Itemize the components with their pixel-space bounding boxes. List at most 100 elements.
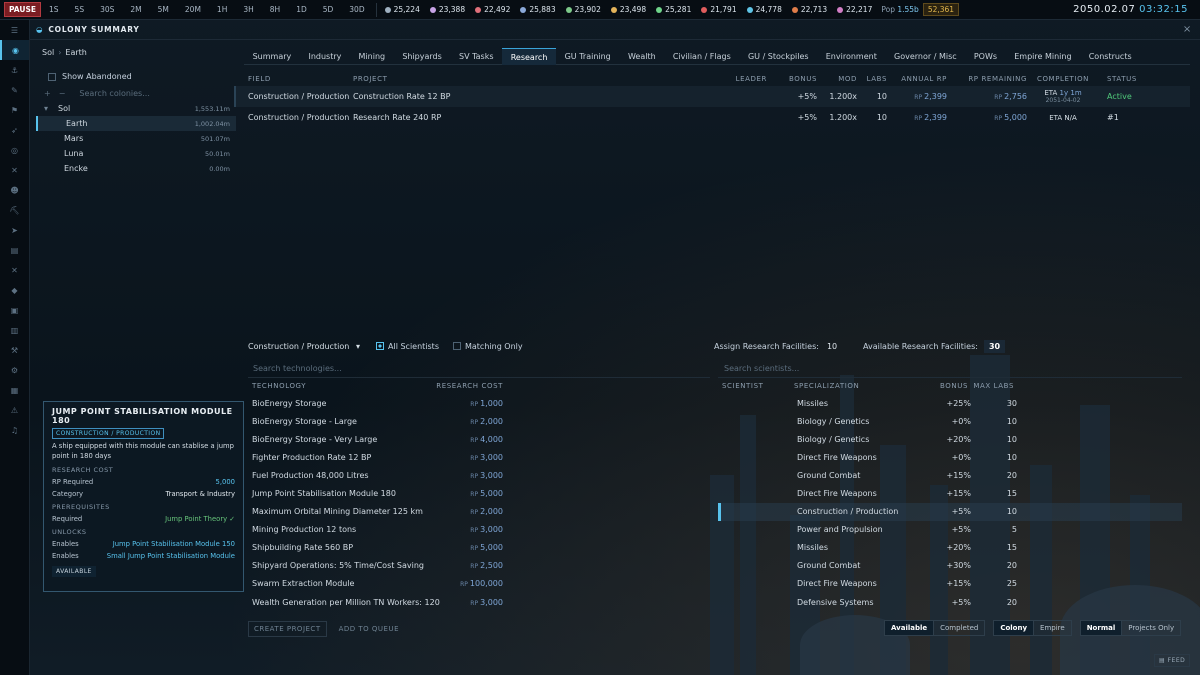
scientist-row[interactable]: Ground Combat +30% 20 — [718, 557, 1182, 575]
scientist-row[interactable]: Defensive Systems +5% 20 — [718, 593, 1182, 611]
tab-constructs[interactable]: Constructs — [1080, 48, 1140, 65]
technology-row[interactable]: BioEnergy Storage RP 1,000 — [248, 394, 710, 412]
music-icon[interactable]: ♫ — [0, 420, 29, 440]
tab-empire-mining[interactable]: Empire Mining — [1006, 48, 1080, 65]
checkbox-box[interactable] — [48, 72, 56, 81]
scientist-search-input[interactable]: Search scientists... — [718, 364, 1182, 378]
colony-search-input[interactable]: Search colonies... — [79, 89, 149, 98]
colony-icon[interactable]: ◉ — [0, 40, 29, 60]
technology-row[interactable]: Maximum Orbital Mining Diameter 125 km RP… — [248, 503, 710, 521]
scientist-row[interactable]: Missiles +25% 30 — [718, 394, 1182, 412]
speed-button[interactable]: 20M — [177, 5, 209, 14]
enables-link[interactable]: Small Jump Point Stabilisation Module — [107, 552, 235, 560]
menu-icon[interactable]: ☰ — [0, 20, 29, 40]
speed-button[interactable]: 1H — [209, 5, 235, 14]
toggle-normal[interactable]: Normal — [1080, 621, 1123, 635]
tab-sv-tasks[interactable]: SV Tasks — [450, 48, 502, 65]
colony-search[interactable]: + − Search colonies... — [36, 89, 236, 98]
create-project-button[interactable]: CREATE PROJECT — [248, 621, 327, 637]
technology-row[interactable]: Wealth Generation per Million TN Workers… — [248, 593, 710, 611]
matching-only-radio[interactable]: Matching Only — [452, 342, 523, 351]
hammer-icon[interactable]: ⚒ — [0, 340, 29, 360]
radio-off[interactable] — [452, 342, 461, 350]
scientist-row[interactable]: Direct Fire Weapons +15% 25 — [718, 575, 1182, 593]
toggle-completed[interactable]: Completed — [934, 621, 984, 635]
scientist-row[interactable]: Missiles +20% 15 — [718, 539, 1182, 557]
colony-row[interactable]: Earth 1,002.04m — [36, 116, 236, 131]
toggle-available[interactable]: Available — [885, 621, 935, 635]
tab-pows[interactable]: POWs — [965, 48, 1005, 65]
tab-gu-stockpiles[interactable]: GU / Stockpiles — [739, 48, 817, 65]
cross-icon[interactable]: ✕ — [0, 160, 29, 180]
technology-row[interactable]: BioEnergy Storage - Very Large RP 4,000 — [248, 430, 710, 448]
tree-system-row[interactable]: ▾ Sol 1,553.11m — [36, 101, 236, 116]
colony-row[interactable]: Encke 0.00m — [36, 161, 236, 176]
person-icon[interactable]: ☻ — [0, 180, 29, 200]
scientist-row[interactable]: Direct Fire Weapons +0% 10 — [718, 448, 1182, 466]
tag-icon[interactable]: ◆ — [0, 280, 29, 300]
speed-button[interactable]: 30S — [92, 5, 122, 14]
tab-research[interactable]: Research — [502, 48, 556, 65]
add-to-queue-button[interactable]: ADD TO QUEUE — [333, 621, 405, 637]
enables-link[interactable]: Jump Point Stabilisation Module 150 — [113, 540, 235, 548]
scientist-row[interactable]: Ground Combat +15% 20 — [718, 466, 1182, 484]
field-select[interactable]: Construction / Production ▾ — [248, 342, 360, 351]
required-tech-link[interactable]: Jump Point Theory ✓ — [165, 515, 235, 523]
tab-mining[interactable]: Mining — [350, 48, 394, 65]
expand-all-icon[interactable]: + — [44, 89, 51, 98]
tab-gu-training[interactable]: GU Training — [556, 48, 619, 65]
doc-icon[interactable]: ▤ — [0, 240, 29, 260]
box-icon[interactable]: ▣ — [0, 300, 29, 320]
speed-button[interactable]: 1D — [288, 5, 315, 14]
breadcrumb-system[interactable]: Sol — [42, 48, 54, 57]
technology-row[interactable]: Fighter Production Rate 12 BP RP 3,000 — [248, 448, 710, 466]
speed-button[interactable]: 5D — [315, 5, 342, 14]
technology-row[interactable]: Shipbuilding Rate 560 BP RP 5,000 — [248, 539, 710, 557]
colony-row[interactable]: Luna 50.01m — [36, 146, 236, 161]
speed-button[interactable]: 5M — [150, 5, 177, 14]
collapse-all-icon[interactable]: − — [59, 89, 66, 98]
tab-shipyards[interactable]: Shipyards — [394, 48, 451, 65]
technology-row[interactable]: Mining Production 12 tons RP 3,000 — [248, 521, 710, 539]
speed-button[interactable]: 1S — [41, 5, 67, 14]
tab-summary[interactable]: Summary — [244, 48, 300, 65]
clipboard-icon[interactable]: ▥ — [0, 320, 29, 340]
speed-button[interactable]: 30D — [341, 5, 372, 14]
tab-wealth[interactable]: Wealth — [619, 48, 664, 65]
rocket-icon[interactable]: ➶ — [0, 120, 29, 140]
speed-button[interactable]: 5S — [67, 5, 93, 14]
scientist-row[interactable]: Construction / Production +5% 10 — [718, 502, 1182, 521]
anchor-icon[interactable]: ⚓ — [0, 60, 29, 80]
gear-icon[interactable]: ⚙ — [0, 360, 29, 380]
scientist-row[interactable]: Biology / Genetics +20% 10 — [718, 430, 1182, 448]
warning-icon[interactable]: ⚠ — [0, 400, 29, 420]
technology-row[interactable]: Jump Point Stabilisation Module 180 RP 5,0… — [248, 484, 710, 502]
technology-row[interactable]: Swarm Extraction Module RP 100,000 — [248, 575, 710, 593]
toggle-projects-only[interactable]: Projects Only — [1122, 621, 1180, 635]
all-scientists-radio[interactable]: All Scientists — [376, 342, 439, 351]
close-icon[interactable]: × — [1183, 24, 1192, 35]
target-icon[interactable]: ◎ — [0, 140, 29, 160]
technology-row[interactable]: Fuel Production 48,000 Litres RP 3,000 — [248, 466, 710, 484]
technology-row[interactable]: Shipyard Operations: 5% Time/Cost Saving… — [248, 557, 710, 575]
pause-button[interactable]: PAUSE — [4, 2, 41, 17]
project-row[interactable]: Construction / Production Research Rate 2… — [234, 107, 1190, 128]
technology-search-input[interactable]: Search technologies... — [248, 364, 710, 378]
tab-civilian-flags[interactable]: Civilian / Flags — [664, 48, 739, 65]
tab-environment[interactable]: Environment — [817, 48, 885, 65]
chart-icon[interactable]: ▦ — [0, 380, 29, 400]
flag-icon[interactable]: ⚑ — [0, 100, 29, 120]
tab-governor-misc[interactable]: Governor / Misc — [885, 48, 965, 65]
project-row[interactable]: Construction / Production Construction Ra… — [234, 86, 1190, 107]
show-abandoned-checkbox[interactable]: Show Abandoned — [36, 72, 236, 81]
scientist-row[interactable]: Direct Fire Weapons +15% 15 — [718, 484, 1182, 502]
toggle-colony[interactable]: Colony — [994, 621, 1035, 635]
radio-on[interactable] — [376, 342, 384, 350]
assign-input[interactable]: 10 — [827, 342, 853, 351]
pick-icon[interactable]: ⛏ — [0, 200, 29, 220]
tab-industry[interactable]: Industry — [300, 48, 350, 65]
speed-button[interactable]: 3H — [235, 5, 261, 14]
technology-row[interactable]: BioEnergy Storage - Large RP 2,000 — [248, 412, 710, 430]
speed-button[interactable]: 2M — [122, 5, 149, 14]
swords-icon[interactable]: ✕ — [0, 260, 29, 280]
